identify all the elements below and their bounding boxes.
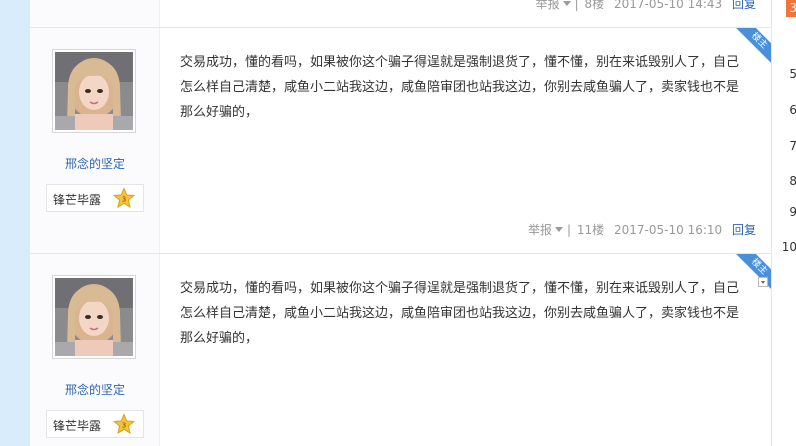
avatar[interactable] xyxy=(52,275,136,359)
post-timestamp: 2017-05-10 16:10 xyxy=(614,222,723,237)
report-button[interactable]: 举报 xyxy=(528,222,565,237)
level-star-icon: 3 xyxy=(113,413,135,434)
user-title-badge[interactable]: 锋芒毕露 3 xyxy=(46,410,144,438)
page-link-5[interactable]: 5 xyxy=(772,67,796,81)
level-star-icon: 3 xyxy=(113,187,135,208)
post-floor-11: 邢念的坚定 锋芒毕露 3 楼主 交易成功，懂的看吗，如果被你这个骗子得逞就是强制… xyxy=(30,28,771,254)
username-link[interactable]: 邢念的坚定 xyxy=(30,381,160,398)
page-link-7[interactable]: 7 xyxy=(772,139,796,153)
username-link[interactable]: 邢念的坚定 xyxy=(30,155,160,172)
post-options-dropdown[interactable] xyxy=(758,277,768,287)
floor-number: 8楼 xyxy=(584,0,605,11)
post-content: 交易成功，懂的看吗，如果被你这个骗子得逞就是强制退货了，懂不懂，别在来诋毁别人了… xyxy=(180,281,740,346)
reply-button[interactable]: 回复 xyxy=(732,223,756,237)
previous-post-meta: 举报 | 8楼 2017-05-10 14:43 回复 xyxy=(536,0,756,12)
avatar-image xyxy=(55,278,133,356)
title-badge-label: 锋芒毕露 xyxy=(53,419,102,433)
reply-button[interactable]: 回复 xyxy=(732,0,756,11)
post-timestamp: 2017-05-10 14:43 xyxy=(614,0,723,11)
thread-content: 举报 | 8楼 2017-05-10 14:43 回复 邢念的坚定 锋芒毕露 3… xyxy=(30,0,771,446)
separator: | xyxy=(567,222,572,237)
avatar[interactable] xyxy=(52,49,136,133)
previous-post-author-column xyxy=(30,0,160,27)
post-floor-12: 邢念的坚定 锋芒毕露 3 楼主 交易成功，懂的看吗，如果被你这个骗子得逞就是强制… xyxy=(30,254,771,446)
page-link-6[interactable]: 6 xyxy=(772,103,796,117)
report-button[interactable]: 举报 xyxy=(535,0,573,11)
title-badge-label: 锋芒毕露 xyxy=(53,193,102,207)
author-column: 邢念的坚定 锋芒毕露 3 xyxy=(30,254,160,446)
floor-number: 11楼 xyxy=(576,223,605,237)
report-label: 举报 xyxy=(528,223,553,237)
previous-post-footer: 举报 | 8楼 2017-05-10 14:43 回复 xyxy=(30,0,771,28)
page-jump-rail: 3 5 6 7 8 9 10 xyxy=(771,0,796,446)
page-link-8[interactable]: 8 xyxy=(772,174,796,188)
post-meta: 举报 | 11楼 2017-05-10 16:10 回复 xyxy=(528,221,756,238)
level-number: 3 xyxy=(122,195,127,204)
avatar-image xyxy=(55,52,133,130)
page-link-10[interactable]: 10 xyxy=(772,240,796,254)
report-label: 举报 xyxy=(535,0,560,11)
chevron-down-icon xyxy=(555,227,564,232)
author-column: 邢念的坚定 锋芒毕露 3 xyxy=(30,28,160,253)
user-title-badge[interactable]: 锋芒毕露 3 xyxy=(46,184,144,212)
page-link-9[interactable]: 9 xyxy=(772,205,796,219)
page-link-3[interactable]: 3 xyxy=(772,0,796,17)
level-number: 3 xyxy=(122,421,127,430)
left-background-strip xyxy=(0,0,30,446)
post-content: 交易成功，懂的看吗，如果被你这个骗子得逞就是强制退货了，懂不懂，别在来诋毁别人了… xyxy=(180,55,740,120)
chevron-down-icon xyxy=(562,1,571,6)
separator: | xyxy=(574,0,579,11)
